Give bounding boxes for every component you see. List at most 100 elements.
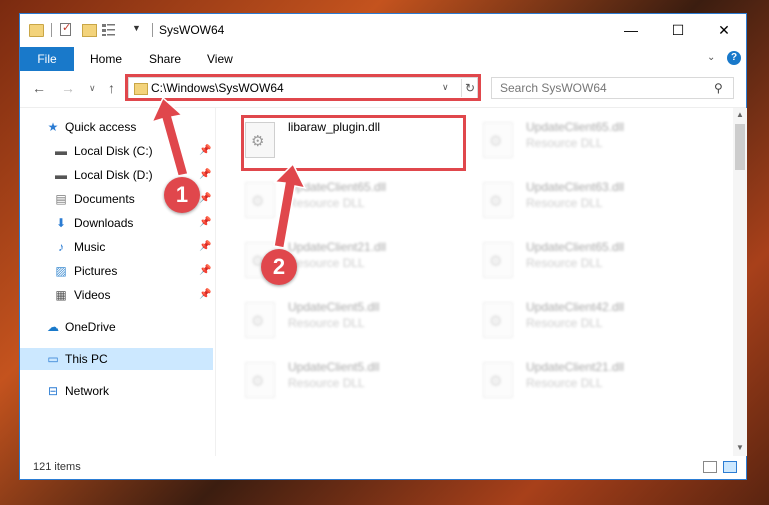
gear-icon: ⚙ [489,193,503,210]
sidebar-item-label: This PC [65,352,108,366]
file-type: Resource DLL [288,256,365,270]
pin-icon[interactable]: 📌 [199,140,211,162]
sidebar-item-label: Documents [74,192,135,206]
cloud-icon: ☁ [47,320,59,334]
tab-file[interactable]: File [20,47,74,71]
dll-file-icon: ⚙ [483,182,513,218]
address-bar[interactable]: C:\Windows\SysWOW64 ∨ ↻ [128,77,478,99]
dll-file-icon: ⚙ [483,242,513,278]
file-item[interactable]: ⚙ UpdateClient5.dll Resource DLL [241,296,471,352]
scrollbar-thumb[interactable] [735,124,745,170]
star-icon: ★ [47,120,59,134]
vertical-scrollbar[interactable]: ▲ ▼ [733,108,747,456]
title-divider [152,23,153,37]
file-item[interactable]: ⚙ UpdateClient65.dll Resource DLL [479,236,709,292]
scroll-down-arrow-icon[interactable]: ▼ [736,443,744,452]
file-item[interactable]: ⚙ UpdateClient42.dll Resource DLL [479,296,709,352]
tab-home[interactable]: Home [90,47,122,71]
dll-file-icon: ⚙ [245,182,275,218]
sidebar-item-network[interactable]: ⊟ Network [20,380,213,402]
navigation-pane: ★ Quick access ▬ Local Disk (C:) 📌 ▬ Loc… [20,108,213,456]
folder-icon [29,24,44,37]
dll-file-icon: ⚙ [245,302,275,338]
sidebar-item-downloads[interactable]: ⬇ Downloads 📌 [20,212,213,234]
file-type: Resource DLL [526,376,603,390]
target-file-highlight [241,115,466,171]
close-button[interactable]: ✕ [701,14,747,47]
file-name: UpdateClient21.dll [526,360,625,374]
refresh-icon[interactable]: ↻ [461,79,478,97]
help-icon[interactable]: ? [727,51,741,65]
properties-check-icon[interactable] [60,21,71,36]
maximize-button[interactable]: ☐ [655,14,701,47]
sidebar-item-label: Downloads [74,216,134,230]
expand-ribbon-chevron-icon[interactable]: ⌄ [707,52,715,63]
file-item[interactable]: ⚙ UpdateClient65.dll Resource DLL [479,116,709,172]
forward-arrow-icon[interactable]: → [61,80,75,96]
pin-icon[interactable]: 📌 [199,164,211,186]
sidebar-item-music[interactable]: ♪ Music 📌 [20,236,213,258]
file-type: Resource DLL [526,136,603,150]
tab-view[interactable]: View [207,47,233,71]
sidebar-item-label: Music [74,240,106,254]
drive-icon: ▬ [55,144,67,158]
file-item[interactable]: ⚙ UpdateClient65.dll Resource DLL [241,176,471,232]
pin-icon[interactable]: 📌 [199,236,211,258]
sidebar-item-onedrive[interactable]: ☁ OneDrive [20,316,213,338]
address-history-chevron-icon[interactable]: ∨ [442,82,449,93]
file-type: Resource DLL [288,376,365,390]
pin-icon[interactable]: 📌 [199,188,211,210]
file-name: UpdateClient42.dll [526,300,625,314]
details-view-icon[interactable] [703,461,717,473]
downloads-icon: ⬇ [55,216,67,230]
sidebar-item-label: Local Disk (C:) [74,144,153,158]
gear-icon: ⚙ [251,373,265,390]
pin-icon[interactable]: 📌 [199,260,211,282]
sidebar-item-label: Local Disk (D:) [74,168,153,182]
gear-icon: ⚙ [251,313,265,330]
dll-file-icon: ⚙ [245,362,275,398]
file-item[interactable]: ⚙ UpdateClient21.dll Resource DLL [479,356,709,412]
customize-toolbar-chevron-icon[interactable]: ▼ [132,23,141,39]
file-name: UpdateClient65.dll [526,120,625,134]
new-folder-icon[interactable] [82,24,97,37]
address-path[interactable]: C:\Windows\SysWOW64 [151,81,284,95]
pin-icon[interactable]: 📌 [199,284,211,306]
search-input[interactable]: Search SysWOW64 ⚲ [491,77,734,99]
item-count: 121 items [33,461,81,473]
sidebar-item-this-pc[interactable]: ▭ This PC [20,348,213,370]
dll-file-icon: ⚙ [483,302,513,338]
scroll-up-arrow-icon[interactable]: ▲ [736,110,744,119]
sidebar-item-local-disk-c[interactable]: ▬ Local Disk (C:) 📌 [20,140,213,162]
drive-icon: ▬ [55,168,67,182]
sidebar-item-label: Quick access [65,120,137,134]
sidebar-item-quick-access[interactable]: ★ Quick access [20,116,213,138]
music-icon: ♪ [58,240,64,254]
sidebar-item-videos[interactable]: ▦ Videos 📌 [20,284,213,306]
file-item[interactable]: ⚙ UpdateClient5.dll Resource DLL [241,356,471,412]
step-1-badge: 1 [164,177,200,213]
sidebar-item-label: Videos [74,288,111,302]
up-arrow-icon[interactable]: ↑ [108,80,115,96]
pin-icon[interactable]: 📌 [199,212,211,234]
large-icons-view-icon[interactable] [723,461,737,473]
gear-icon: ⚙ [489,373,503,390]
details-icon[interactable] [102,23,115,36]
pane-divider[interactable] [215,108,216,456]
tab-share[interactable]: Share [149,47,181,71]
back-arrow-icon[interactable]: ← [32,80,46,96]
search-icon[interactable]: ⚲ [714,81,723,95]
file-name: UpdateClient65.dll [288,180,387,194]
sidebar-item-pictures[interactable]: ▨ Pictures 📌 [20,260,213,282]
file-item[interactable]: ⚙ UpdateClient63.dll Resource DLL [479,176,709,232]
ribbon-tabs: File Home Share View ⌄ ? [20,47,746,71]
recent-locations-chevron-icon[interactable]: ∨ [89,83,96,94]
sidebar-item-label: OneDrive [65,320,116,334]
gear-icon: ⚙ [489,313,503,330]
minimize-button[interactable]: — [608,14,654,47]
dll-file-icon: ⚙ [483,362,513,398]
sidebar-item-label: Pictures [74,264,118,278]
status-bar: 121 items [20,456,746,480]
file-type: Resource DLL [288,196,365,210]
file-type: Resource DLL [526,316,603,330]
